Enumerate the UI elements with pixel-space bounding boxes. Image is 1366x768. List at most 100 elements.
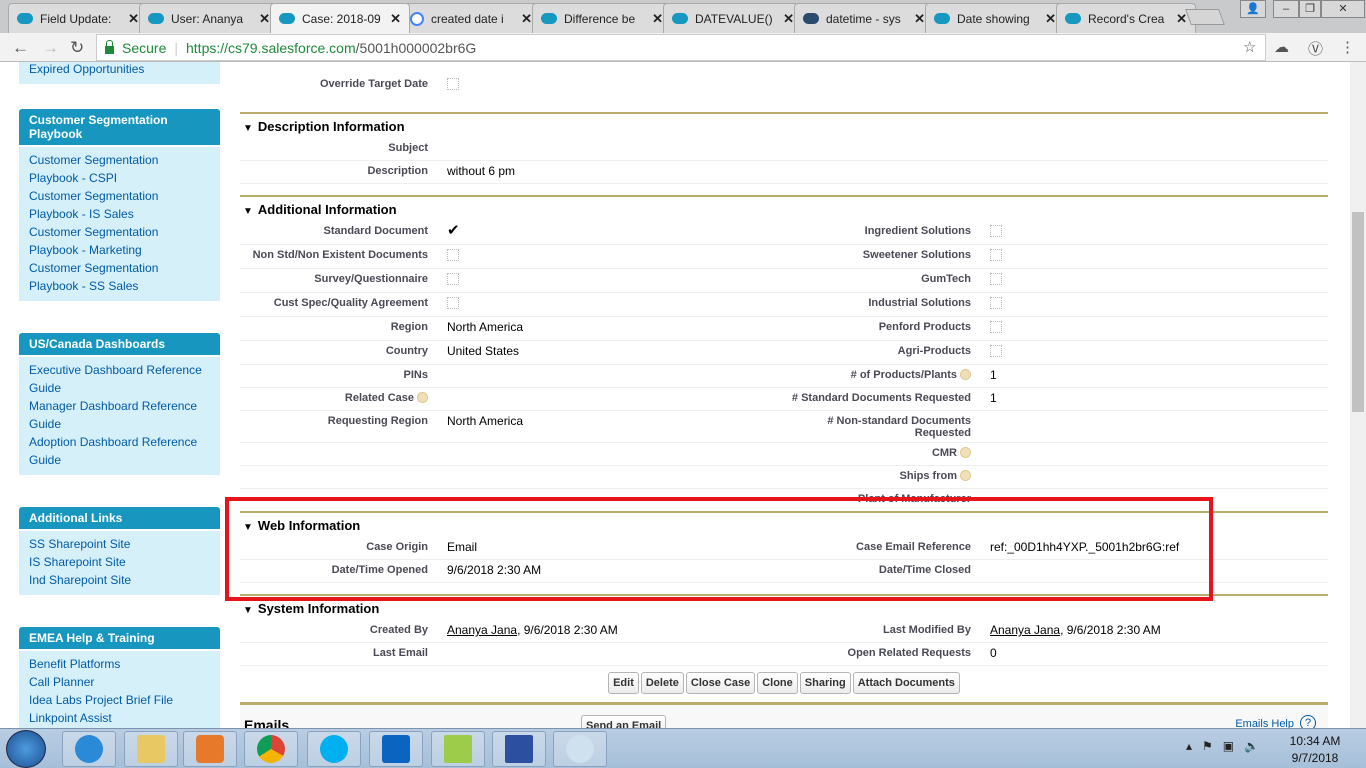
section-header[interactable]: ▼ System Information: [240, 594, 1328, 620]
back-icon[interactable]: ←: [12, 38, 29, 58]
outlook-taskbar-icon[interactable]: [369, 731, 423, 767]
chrome-taskbar-icon[interactable]: [244, 731, 298, 767]
sidebar-link[interactable]: Ind Sharepoint Site: [29, 571, 210, 589]
lock-icon: [105, 39, 114, 54]
clone-button[interactable]: Clone: [757, 672, 798, 694]
close-tab-icon[interactable]: ✕: [1045, 11, 1056, 27]
media-player-taskbar-icon[interactable]: [183, 731, 237, 767]
section-header[interactable]: ▼ Additional Information: [240, 195, 1328, 221]
info-icon[interactable]: [960, 369, 971, 380]
field-value: 9/6/2018 2:30 AM: [428, 560, 784, 582]
browser-tab[interactable]: DATEVALUE() ✕: [663, 3, 803, 33]
browser-tab[interactable]: Difference be ✕: [532, 3, 672, 33]
sidebar-link[interactable]: Call Planner: [29, 673, 210, 691]
browser-tab[interactable]: Date showing ✕: [925, 3, 1065, 33]
close-tab-icon[interactable]: ✕: [1176, 11, 1187, 27]
reload-icon[interactable]: ↻: [70, 38, 84, 58]
checkbox-unchecked: [990, 297, 1002, 309]
system-tray-icons[interactable]: ▴⚑▣🔈: [1186, 739, 1269, 753]
browser-tab[interactable]: datetime - sys ✕: [794, 3, 934, 33]
section-header[interactable]: ▼ Description Information: [240, 112, 1328, 138]
sidebar-link[interactable]: Expired Opportunities: [29, 62, 210, 78]
paint-taskbar-icon[interactable]: [553, 731, 607, 767]
close-tab-icon[interactable]: ✕: [652, 11, 663, 27]
salesforce-favicon-icon: [148, 13, 164, 24]
start-button[interactable]: [6, 730, 46, 768]
salesforce-favicon-icon: [17, 13, 33, 24]
checkbox-unchecked: [990, 345, 1002, 357]
collapse-triangle-icon[interactable]: ▼: [243, 206, 253, 217]
page-scrollbar[interactable]: [1350, 62, 1366, 728]
field-value: United States: [428, 341, 784, 364]
browser-tab[interactable]: created date i ✕: [401, 3, 541, 33]
close-tab-icon[interactable]: ✕: [128, 11, 139, 27]
close-case-button[interactable]: Close Case: [685, 672, 756, 694]
sidebar-link[interactable]: IS Sharepoint Site: [29, 553, 210, 571]
user-link[interactable]: Ananya Jana: [447, 623, 517, 637]
info-icon[interactable]: [960, 470, 971, 481]
close-tab-icon[interactable]: ✕: [783, 11, 794, 27]
sidebar-link[interactable]: Linkpoint Assist: [29, 709, 210, 727]
explorer-taskbar-icon[interactable]: [124, 731, 178, 767]
sidebar-link[interactable]: Customer Segmentation Playbook - SS Sale…: [29, 259, 210, 295]
field-value-text: 0: [990, 646, 997, 660]
sharing-button[interactable]: Sharing: [799, 672, 851, 694]
url-input[interactable]: Secure | https://cs79.salesforce.com/500…: [96, 34, 1266, 61]
attach-documents-button[interactable]: Attach Documents: [852, 672, 960, 694]
sidebar-link[interactable]: Manager Dashboard Reference Guide: [29, 397, 210, 433]
info-icon[interactable]: [417, 392, 428, 403]
close-tab-icon[interactable]: ✕: [390, 11, 401, 27]
scrollbar-thumb[interactable]: [1352, 212, 1364, 412]
field-label: Date/Time Opened: [240, 560, 428, 582]
sidebar-link[interactable]: Benefit Platforms: [29, 655, 210, 673]
user-profile-button[interactable]: 👤: [1240, 0, 1266, 18]
sidebar-link[interactable]: Adoption Dashboard Reference Guide: [29, 433, 210, 469]
close-tab-icon[interactable]: ✕: [259, 11, 270, 27]
sidebar-link[interactable]: SS Sharepoint Site: [29, 535, 210, 553]
v-extension-icon[interactable]: Ⓥ: [1308, 38, 1323, 59]
forward-icon[interactable]: →: [42, 38, 59, 58]
help-icon[interactable]: ?: [1300, 715, 1316, 728]
bookmark-star-icon[interactable]: ☆: [1243, 38, 1256, 56]
sidebar-link[interactable]: Customer Segmentation Playbook - IS Sale…: [29, 187, 210, 223]
sidebar-block: Additional Links SS Sharepoint Site IS Sha…: [19, 507, 220, 595]
field: [240, 489, 784, 511]
emails-help-link[interactable]: Emails Help: [1235, 718, 1294, 728]
minimize-button[interactable]: –: [1273, 0, 1299, 18]
remote-desktop-taskbar-icon[interactable]: [492, 731, 546, 767]
browser-tab[interactable]: Field Update: ✕: [8, 3, 148, 33]
restore-button[interactable]: ❐: [1299, 0, 1321, 18]
field-label: GumTech: [784, 269, 971, 292]
close-tab-icon[interactable]: ✕: [914, 11, 925, 27]
sidebar-link[interactable]: Idea Labs Project Brief File: [29, 691, 210, 709]
edit-button[interactable]: Edit: [608, 672, 639, 694]
field: Ingredient Solutions: [784, 221, 1328, 244]
field-value-text: 9/6/2018 2:30 AM: [447, 563, 542, 577]
browser-tab[interactable]: Record's Crea ✕: [1056, 3, 1196, 33]
cloud-extension-icon[interactable]: ☁: [1274, 38, 1289, 56]
sidebar-link[interactable]: Executive Dashboard Reference Guide: [29, 361, 210, 397]
salesforce-favicon-icon: [541, 13, 557, 24]
section-header[interactable]: ▼ Web Information: [240, 511, 1328, 537]
browser-tab[interactable]: Case: 2018-09 ✕: [270, 3, 410, 33]
info-icon[interactable]: [960, 447, 971, 458]
taskbar-clock[interactable]: 10:34 AM 9/7/2018: [1284, 733, 1346, 767]
sidebar-link[interactable]: Customer Segmentation Playbook - CSPI: [29, 151, 210, 187]
menu-dots-icon[interactable]: ⋮: [1340, 38, 1355, 56]
collapse-triangle-icon[interactable]: ▼: [243, 522, 253, 533]
delete-button[interactable]: Delete: [640, 672, 684, 694]
send-email-button[interactable]: Send an Email: [581, 715, 667, 728]
field-label: # Non-standard Documents Requested: [784, 411, 971, 442]
collapse-triangle-icon[interactable]: ▼: [243, 123, 253, 134]
notepad-taskbar-icon[interactable]: [431, 731, 485, 767]
new-tab-button[interactable]: [1185, 9, 1225, 25]
skype-taskbar-icon[interactable]: [307, 731, 361, 767]
collapse-triangle-icon[interactable]: ▼: [243, 605, 253, 616]
sidebar-link[interactable]: Customer Segmentation Playbook - Marketi…: [29, 223, 210, 259]
close-window-button[interactable]: ✕: [1321, 0, 1365, 18]
close-tab-icon[interactable]: ✕: [521, 11, 532, 27]
ie-taskbar-icon[interactable]: [62, 731, 116, 767]
field-label-text: Description: [367, 165, 428, 177]
user-link[interactable]: Ananya Jana: [990, 623, 1060, 637]
browser-tab[interactable]: User: Ananya ✕: [139, 3, 279, 33]
